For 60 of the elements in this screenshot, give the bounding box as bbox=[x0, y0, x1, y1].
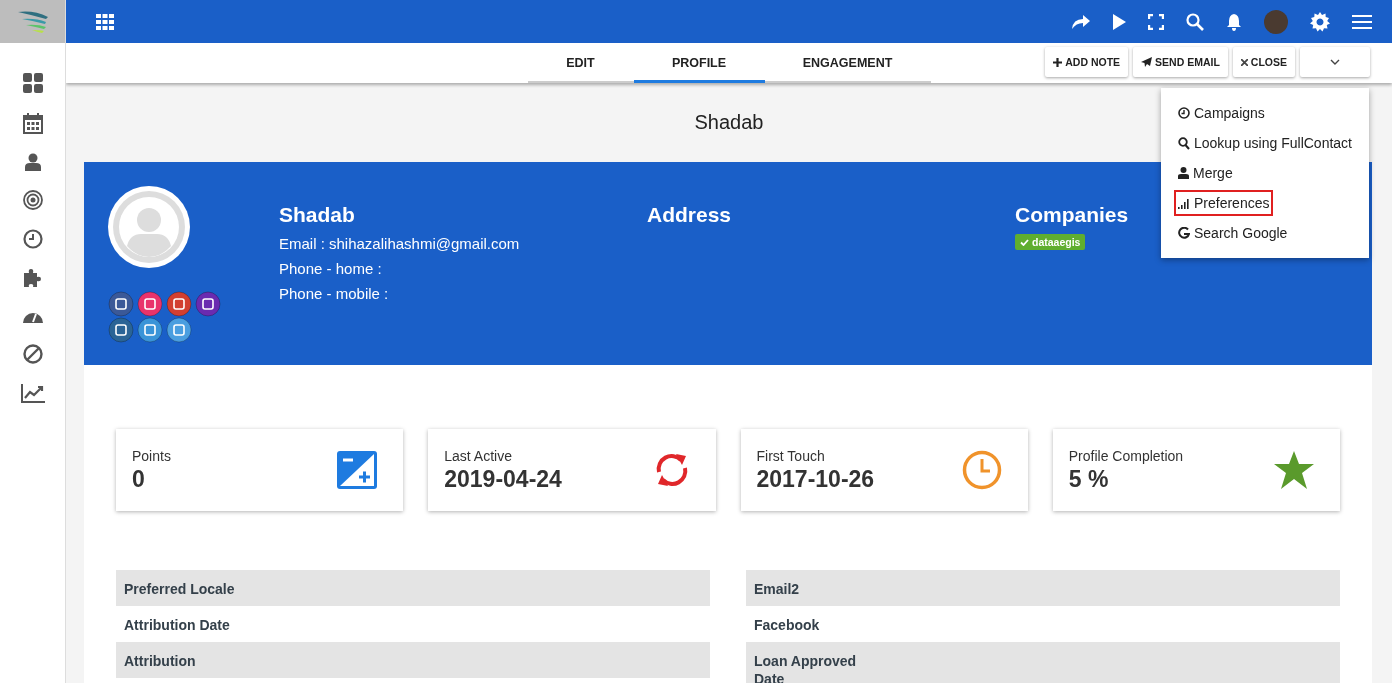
stat-value: 0 bbox=[132, 465, 146, 493]
ban-icon[interactable] bbox=[22, 344, 43, 364]
google-g-icon bbox=[1178, 227, 1190, 239]
stat-label: Profile Completion bbox=[1068, 447, 1184, 464]
menu-icon[interactable] bbox=[1352, 13, 1372, 30]
add-note-button[interactable]: ADD NOTE bbox=[1045, 47, 1129, 77]
signal-bars-icon bbox=[1178, 197, 1190, 209]
user-icon[interactable] bbox=[24, 153, 41, 171]
stat-value: 2019-04-24 bbox=[444, 465, 562, 493]
field-label: Email2 bbox=[754, 580, 801, 598]
contact-detail: Email : shihazalihashmi@gmail.com bbox=[279, 234, 521, 254]
check-icon bbox=[1020, 238, 1029, 246]
fullscreen-icon[interactable] bbox=[1148, 13, 1164, 30]
clock-icon bbox=[961, 450, 1002, 490]
menu-item[interactable]: Search Google bbox=[1174, 220, 1292, 246]
settings-icon[interactable] bbox=[1310, 11, 1330, 32]
stat-label: Points bbox=[132, 447, 171, 464]
page-title: Shadab bbox=[694, 110, 764, 135]
share-arrow-icon[interactable] bbox=[1072, 13, 1090, 30]
field-label: Preferred Locale bbox=[124, 580, 236, 598]
contact-name: Shadab bbox=[279, 203, 356, 227]
contact-detail: Phone - home : bbox=[279, 259, 383, 279]
close-button[interactable]: CLOSE bbox=[1232, 47, 1295, 77]
user-icon bbox=[1178, 167, 1189, 179]
exposure-icon bbox=[337, 451, 378, 489]
menu-item[interactable]: Campaigns bbox=[1174, 100, 1269, 126]
send-email-button[interactable]: SEND EMAIL bbox=[1133, 47, 1228, 77]
stat-value: 2017-10-26 bbox=[756, 465, 875, 493]
caret-icon bbox=[1330, 59, 1340, 65]
apps-grid-icon[interactable] bbox=[96, 13, 114, 30]
field-label: Attribution bbox=[124, 652, 197, 670]
search-icon bbox=[1178, 136, 1190, 150]
menu-item[interactable]: Lookup using FullContact bbox=[1174, 130, 1356, 156]
plus-icon bbox=[1053, 57, 1063, 67]
search-icon[interactable] bbox=[1186, 12, 1204, 31]
menu-item[interactable]: Preferences bbox=[1174, 190, 1274, 216]
tab[interactable]: EDIT bbox=[527, 44, 634, 83]
close-icon bbox=[1240, 58, 1248, 66]
stat-label: Last Active bbox=[444, 447, 513, 464]
calendar-icon[interactable] bbox=[22, 112, 43, 134]
bell-icon[interactable] bbox=[1226, 12, 1242, 31]
dashboard-icon[interactable] bbox=[22, 73, 43, 93]
target-icon[interactable] bbox=[22, 190, 43, 210]
tab[interactable]: PROFILE bbox=[633, 44, 765, 83]
menu-item[interactable]: Merge bbox=[1174, 160, 1237, 186]
stat-label: First Touch bbox=[756, 447, 826, 464]
puzzle-icon[interactable] bbox=[22, 268, 43, 288]
stat-value: 5 % bbox=[1068, 465, 1110, 493]
field-label: Facebook bbox=[754, 616, 821, 634]
field-label: Attribution Date bbox=[124, 616, 231, 634]
play-icon[interactable] bbox=[1112, 13, 1126, 30]
companies-heading: Companies bbox=[1015, 203, 1130, 227]
contact-detail: Phone - mobile : bbox=[279, 284, 390, 304]
tab[interactable]: ENGAGEMENT bbox=[764, 44, 931, 83]
clock-icon[interactable] bbox=[22, 229, 43, 249]
clock-icon bbox=[1178, 107, 1190, 119]
address-heading: Address bbox=[647, 203, 733, 227]
paper-plane-icon bbox=[1141, 57, 1153, 67]
star-icon bbox=[1274, 451, 1314, 489]
line-chart-icon[interactable] bbox=[20, 383, 45, 403]
